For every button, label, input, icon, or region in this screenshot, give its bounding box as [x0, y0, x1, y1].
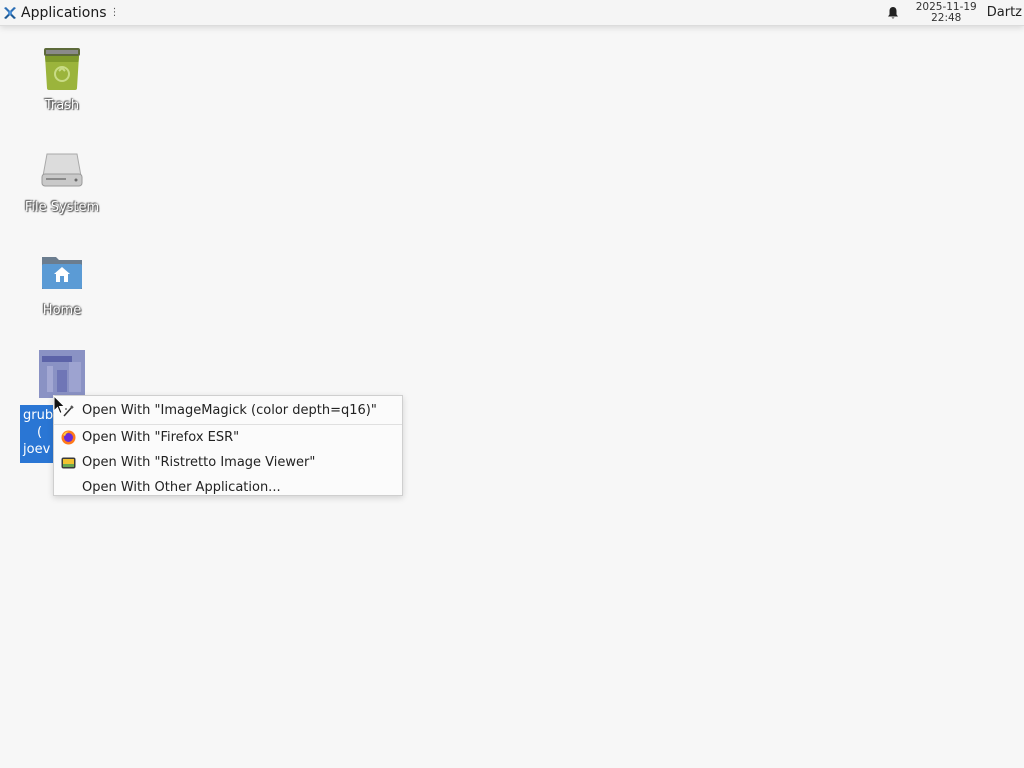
xfce-logo-icon: [4, 6, 16, 19]
panel-handle-icon: ⋮: [109, 7, 120, 18]
clock[interactable]: 2025-11-19 22:48: [915, 0, 977, 24]
desktop-icon-label: Trash: [44, 98, 80, 113]
context-menu: Open With "ImageMagick (color depth=q16)…: [53, 395, 403, 496]
user-menu[interactable]: Dartz: [987, 5, 1022, 20]
home-folder-icon: [42, 257, 82, 289]
menu-item-open-other[interactable]: Open With Other Application...: [54, 475, 402, 500]
image-thumbnail-icon: [39, 350, 85, 398]
menu-item-label: Open With "Ristretto Image Viewer": [82, 455, 316, 470]
menu-item-label: Open With "ImageMagick (color depth=q16)…: [82, 403, 377, 418]
desktop-icon-file-system[interactable]: File System: [16, 146, 108, 215]
menu-item-label: Open With Other Application...: [82, 480, 281, 495]
applications-menu-button[interactable]: Applications ⋮: [0, 0, 124, 25]
menu-item-open-imagemagick[interactable]: Open With "ImageMagick (color depth=q16)…: [54, 398, 402, 423]
blank-icon: [60, 480, 76, 496]
firefox-icon: [60, 430, 76, 446]
notification-bell-icon[interactable]: [886, 6, 900, 20]
clock-time: 22:48: [931, 11, 962, 24]
menu-item-open-ristretto[interactable]: Open With "Ristretto Image Viewer": [54, 450, 402, 475]
mouse-cursor-icon: [53, 395, 66, 415]
desktop-icon-trash[interactable]: Trash: [16, 44, 108, 113]
ristretto-icon: [60, 455, 76, 471]
menu-item-label: Open With "Firefox ESR": [82, 430, 240, 445]
desktop-icon-label: File System: [24, 200, 100, 215]
applications-label: Applications: [21, 4, 107, 21]
desktop-icon-label: Home: [42, 303, 82, 318]
selected-file-thumbnail[interactable]: [39, 350, 85, 398]
drive-icon: [41, 153, 83, 187]
desktop-icon-home[interactable]: Home: [16, 249, 108, 318]
menu-item-open-firefox[interactable]: Open With "Firefox ESR": [54, 425, 402, 450]
trash-icon: [44, 48, 80, 90]
clock-date: 2025-11-19: [915, 0, 977, 13]
top-panel: Applications ⋮ 2025-11-19 22:48 Dartz: [0, 0, 1024, 26]
